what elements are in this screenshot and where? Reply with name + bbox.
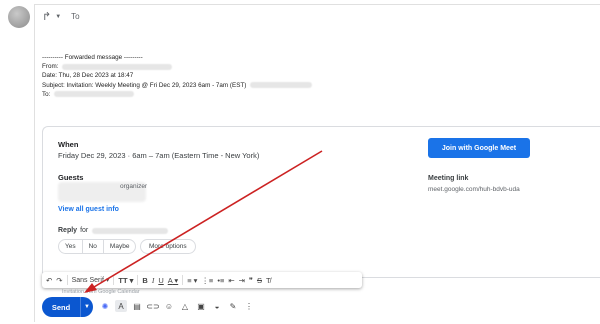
forwarded-from: From: [42,62,312,71]
meeting-link-label: Meeting link [428,175,469,182]
reply-label: Reply [58,227,78,234]
rsvp-maybe-button[interactable]: Maybe [104,240,136,253]
forwarded-header: ---------- Forwarded message --------- F… [42,53,313,99]
to-field-label: To: [42,90,51,98]
join-google-meet-button[interactable]: Join with Google Meet [428,138,530,158]
signature-icon[interactable]: ✎ [227,300,239,312]
forward-icon[interactable]: ↱ [42,10,51,23]
toolbar-divider [182,275,184,285]
compose-bottom-tools: ✺ A ▤ ⊂⊃ ☺ △ ▣ ◒ ✎ ⋮ [99,300,255,312]
text-color-glyph: A [167,275,173,285]
text-color-button[interactable]: A ▾ [168,276,178,285]
toolbar-divider [113,275,115,285]
send-button[interactable]: Send [42,297,80,317]
quote-icon[interactable]: ❞ [249,276,253,285]
sender-avatar [8,6,30,28]
redacted-reply-email [92,227,169,234]
subject-text: Subject: Invitation: Weekly Meeting @ Fr… [42,81,247,89]
forwarded-to: To: [42,90,312,99]
drive-icon[interactable]: △ [179,300,191,312]
more-options-icon[interactable]: ⋮ [243,300,255,312]
meeting-link-url[interactable]: meet.google.com/huh-bdvb-uda [428,186,520,193]
from-label: From: [42,63,59,71]
redo-icon[interactable]: ↷ [56,276,62,285]
reply-for: for [80,227,89,234]
indent-more-icon[interactable]: ⇥ [239,276,245,285]
text-size-glyph: T [118,275,123,285]
when-label: When [58,140,79,149]
emoji-icon[interactable]: ☺ [163,300,175,312]
rsvp-group: Yes No Maybe [58,239,137,254]
text-size-button[interactable]: TT ▾ [118,276,133,285]
when-value: Friday Dec 29, 2023 · 6am – 7am (Eastern… [58,151,260,160]
strikethrough-button[interactable]: S [257,276,262,285]
formatting-toolbar: ↶ ↷ Sans Serif ▾ TT ▾ B I U A ▾ ≡ ▾ ⋮≡ •… [42,272,362,288]
attach-file-icon[interactable]: ▤ [131,300,143,312]
redacted-to [54,91,135,98]
underline-button[interactable]: U [158,276,163,285]
numbered-list-icon[interactable]: ⋮≡ [201,276,213,285]
rsvp-no-button[interactable]: No [83,240,104,253]
send-button-group: Send ▼ [42,297,93,317]
remove-formatting-icon[interactable]: T̸ [266,276,271,285]
indent-less-icon[interactable]: ⇤ [228,276,234,285]
insert-photo-icon[interactable]: ▣ [195,300,207,312]
reply-header[interactable]: ↱ ▼ To [42,10,80,23]
italic-button[interactable]: I [152,276,155,285]
formatting-options-icon[interactable]: A [115,300,127,312]
redacted-subject [250,82,313,89]
align-icon[interactable]: ≡ ▾ [187,276,197,285]
font-name: Sans Serif [71,277,104,284]
organizer-tag: organizer [120,183,148,190]
toolbar-divider [66,275,68,285]
forwarded-date: Date: Thu, 28 Dec 2023 at 18:47 [42,72,134,80]
font-select[interactable]: Sans Serif ▾ [72,276,110,284]
bulleted-list-icon[interactable]: •≡ [217,276,224,285]
undo-icon[interactable]: ↶ [46,276,52,285]
insert-link-icon[interactable]: ⊂⊃ [146,300,159,312]
to-label[interactable]: To [71,12,79,21]
redacted-from [62,63,173,70]
invitation-footer-text: Invitation from Google Calendar [62,289,140,295]
guests-label: Guests [58,173,84,182]
view-all-guests-link[interactable]: View all guest info [58,206,119,213]
bold-button[interactable]: B [142,276,147,285]
forwarded-separator: ---------- Forwarded message --------- [42,54,143,61]
toolbar-divider [137,275,139,285]
more-options-button[interactable]: More options [140,239,196,254]
gemini-icon[interactable]: ✺ [99,300,111,312]
rsvp-yes-button[interactable]: Yes [59,240,83,253]
lock-icon[interactable]: ◒ [211,300,223,312]
chevron-down-icon[interactable]: ▼ [55,14,61,20]
reply-label-row: Reply for [58,227,169,234]
forwarded-subject: Subject: Invitation: Weekly Meeting @ Fr… [42,81,313,90]
